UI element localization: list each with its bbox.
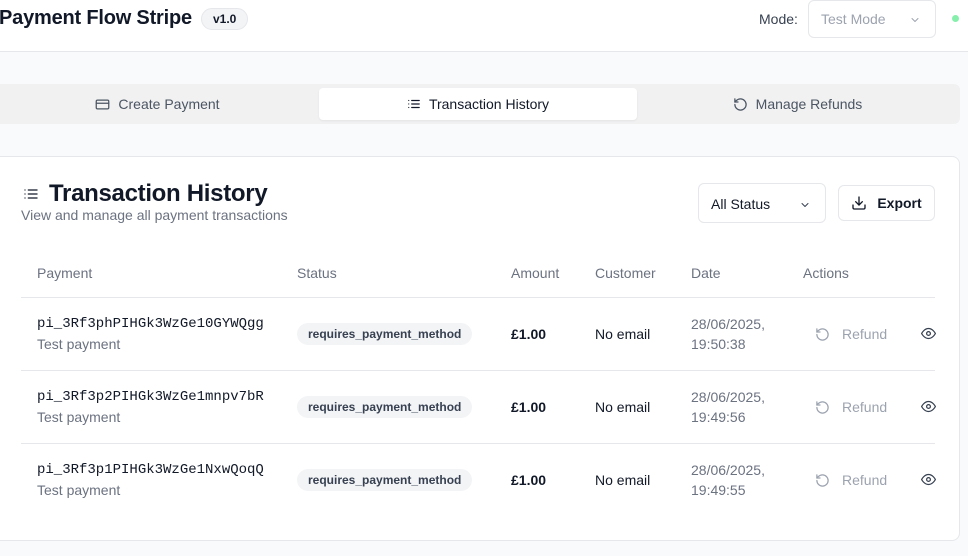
payment-id: pi_3Rf3p2PIHGk3WzGe1mnpv7bR (37, 389, 264, 405)
row-divider (21, 370, 935, 371)
rotate-ccw-icon (816, 473, 829, 487)
eye-icon[interactable] (921, 326, 936, 341)
date: 28/06/2025, 19:50:38 (691, 314, 765, 354)
column-header-status: Status (297, 265, 337, 281)
amount: £1.00 (511, 472, 547, 488)
row-divider (21, 443, 935, 444)
tab-create-payment[interactable]: Create Payment (4, 88, 311, 120)
date-line: 28/06/2025, (691, 462, 765, 478)
status-filter-select[interactable]: All Status (698, 183, 826, 223)
row-divider (21, 297, 935, 298)
tab-label: Manage Refunds (755, 96, 863, 112)
tab-bar: Create Payment Transaction History Manag… (0, 84, 960, 124)
chevron-down-icon (911, 18, 919, 22)
tab-manage-refunds[interactable]: Manage Refunds (645, 88, 950, 120)
eye-icon[interactable] (921, 472, 936, 487)
list-icon (24, 189, 38, 199)
payment-id: pi_3Rf3p1PIHGk3WzGe1NxwQoqQ (37, 462, 264, 478)
status-filter-value: All Status (711, 196, 771, 212)
refund-label: Refund (842, 326, 888, 342)
customer: No email (595, 326, 651, 342)
column-header-date: Date (691, 265, 721, 281)
tab-label: Create Payment (118, 96, 220, 112)
column-header-payment: Payment (37, 265, 93, 281)
download-icon (852, 196, 866, 210)
refund-button[interactable]: Refund (815, 324, 887, 344)
status-badge: requires_payment_method (297, 396, 473, 418)
refund-label: Refund (842, 399, 888, 415)
tab-transaction-history[interactable]: Transaction History (319, 88, 637, 120)
card-subtitle: View and manage all payment transactions (21, 207, 288, 223)
status-dot (952, 15, 959, 22)
time-line: 19:50:38 (691, 336, 746, 352)
customer: No email (595, 399, 651, 415)
time-line: 19:49:56 (691, 409, 746, 425)
mode-select[interactable]: Test Mode (808, 0, 936, 38)
customer: No email (595, 472, 651, 488)
date-line: 28/06/2025, (691, 389, 765, 405)
status-badge: requires_payment_method (297, 323, 473, 345)
date-line: 28/06/2025, (691, 316, 765, 332)
date: 28/06/2025, 19:49:55 (691, 460, 765, 500)
date: 28/06/2025, 19:49:56 (691, 387, 765, 427)
rotate-ccw-icon (733, 97, 747, 111)
refund-button[interactable]: Refund (815, 397, 887, 417)
app-title: Payment Flow Stripe (0, 7, 192, 29)
export-button[interactable]: Export (838, 185, 935, 221)
column-header-amount: Amount (511, 265, 560, 281)
list-icon (408, 99, 420, 109)
tab-label: Transaction History (428, 96, 550, 112)
column-header-customer: Customer (595, 265, 656, 281)
mode-label: Mode: (759, 11, 798, 27)
rotate-ccw-icon (816, 327, 829, 341)
payment-id: pi_3Rf3phPIHGk3WzGe10GYWQgg (37, 316, 264, 332)
refund-button[interactable]: Refund (815, 470, 887, 490)
payment-description: Test payment (37, 482, 121, 498)
column-header-actions: Actions (803, 265, 849, 281)
credit-card-icon (96, 99, 110, 109)
chevron-down-icon (801, 203, 809, 207)
version-badge: v1.0 (201, 8, 249, 30)
mode-select-value: Test Mode (821, 11, 886, 27)
export-label: Export (877, 195, 922, 211)
card-title: Transaction History (49, 180, 268, 207)
refund-label: Refund (842, 472, 888, 488)
top-bar: Payment Flow Stripe v1.0 Mode: Test Mode (0, 0, 968, 52)
rotate-ccw-icon (816, 400, 829, 414)
time-line: 19:49:55 (691, 482, 746, 498)
amount: £1.00 (511, 326, 547, 342)
payment-description: Test payment (37, 336, 121, 352)
eye-icon[interactable] (921, 399, 936, 414)
payment-description: Test payment (37, 409, 121, 425)
amount: £1.00 (511, 399, 547, 415)
status-badge: requires_payment_method (297, 469, 473, 491)
